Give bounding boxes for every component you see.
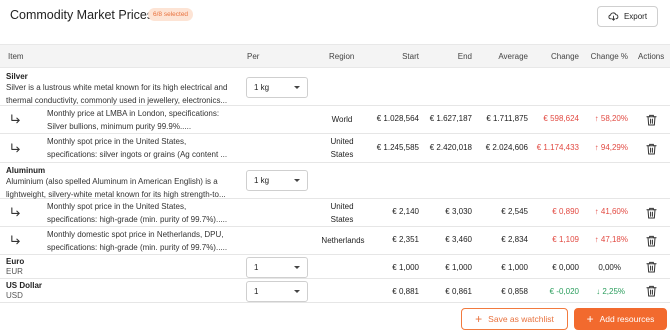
table-row: Monthly price at LMBA in London, specifi…: [0, 106, 670, 134]
table-row: Monthly spot price in the United States,…: [0, 134, 670, 163]
chevron-down-icon: [294, 179, 300, 182]
end-value: € 2.420,018: [429, 143, 472, 152]
change-value: € 1.174,433: [536, 143, 579, 152]
start-value: € 2,351: [392, 235, 419, 244]
save-watchlist-label: Save as watchlist: [488, 314, 554, 324]
end-value: € 1,000: [445, 263, 472, 272]
per-select[interactable]: 1 kg: [246, 170, 308, 191]
price-description: Monthly domestic spot price in Netherlan…: [47, 230, 228, 252]
sub-row-arrow-icon: [11, 114, 20, 124]
chevron-down-icon: [294, 266, 300, 269]
resource-row-aluminum: Aluminum Aluminium (also spelled Aluminu…: [0, 163, 670, 199]
change-pct-value: ↑ 58,20%: [594, 114, 628, 123]
start-value: € 0,881: [392, 287, 419, 296]
col-per: Per: [247, 52, 260, 61]
resource-row-usd: US Dollar USD 1 € 0,881 € 0,861 € 0,858 …: [0, 279, 670, 303]
price-description: Monthly price at LMBA in London, specifi…: [47, 109, 220, 131]
page-title: Commodity Market Prices: [10, 8, 154, 22]
plus-icon: +: [586, 312, 594, 326]
change-value: € 598,624: [543, 114, 579, 123]
average-value: € 2.024,606: [485, 143, 528, 152]
col-end: End: [457, 52, 472, 61]
resource-name: Silver: [6, 72, 28, 81]
chevron-down-icon: [294, 290, 300, 293]
resource-row-euro: Euro EUR 1 € 1,000 € 1,000 € 1,000 € 0,0…: [0, 255, 670, 279]
region: World: [331, 115, 353, 124]
plus-icon: +: [475, 312, 483, 326]
start-value: € 1,000: [392, 263, 419, 272]
change-value: € -0,020: [549, 287, 579, 296]
change-value: € 1,109: [552, 235, 579, 244]
sub-row-arrow-icon: [11, 207, 20, 217]
change-value: € 0,000: [552, 263, 579, 272]
per-select-value: 1: [254, 287, 259, 296]
trash-icon[interactable]: [646, 235, 657, 247]
change-pct-value: ↑ 94,29%: [594, 143, 628, 152]
per-select[interactable]: 1: [246, 281, 308, 302]
table-row: Monthly domestic spot price in Netherlan…: [0, 227, 670, 255]
col-change-pct: Change %: [590, 52, 628, 61]
average-value: € 1,000: [501, 263, 528, 272]
price-description: Monthly spot price in the United States,…: [47, 202, 228, 224]
per-select-value: 1 kg: [254, 83, 270, 92]
export-button[interactable]: Export: [597, 6, 658, 27]
col-actions: Actions: [638, 52, 665, 61]
trash-icon[interactable]: [646, 261, 657, 273]
trash-icon[interactable]: [646, 285, 657, 297]
resource-name: Euro: [6, 257, 25, 266]
sub-row-arrow-icon: [11, 143, 20, 153]
cloud-download-icon: [608, 12, 619, 21]
start-value: € 1.245,585: [376, 143, 419, 152]
resource-name: Aluminum: [6, 166, 46, 175]
resource-row-silver: Silver Silver is a lustrous white metal …: [0, 69, 670, 106]
change-pct-value: ↑ 47,18%: [594, 235, 628, 244]
change-pct-value: ↑ 41,60%: [594, 207, 628, 216]
add-resources-label: Add resources: [599, 314, 655, 324]
region: United States: [330, 137, 354, 159]
col-start: Start: [402, 52, 419, 61]
per-select[interactable]: 1 kg: [246, 77, 308, 98]
resource-description: Aluminium (also spelled Aluminum in Amer…: [6, 177, 226, 199]
change-pct-value: ↓ 2,25%: [596, 287, 625, 296]
resource-code: USD: [6, 291, 23, 300]
change-value: € 0,890: [552, 207, 579, 216]
end-value: € 0,861: [445, 287, 472, 296]
table-row: Monthly spot price in the United States,…: [0, 199, 670, 227]
selection-badge: 6/8 selected: [148, 8, 194, 21]
export-label: Export: [623, 12, 648, 21]
start-value: € 2,140: [392, 207, 419, 216]
average-value: € 2,834: [501, 235, 528, 244]
add-resources-button[interactable]: + Add resources: [574, 308, 667, 330]
col-item: Item: [8, 52, 24, 61]
region: United States: [330, 202, 354, 224]
col-average: Average: [498, 52, 528, 61]
end-value: € 3,030: [445, 207, 472, 216]
average-value: € 0,858: [501, 287, 528, 296]
col-change: Change: [550, 52, 579, 61]
table-header: Item Per Region Start End Average Change…: [0, 44, 670, 68]
end-value: € 3,460: [445, 235, 472, 244]
col-region: Region: [329, 52, 355, 61]
trash-icon[interactable]: [646, 207, 657, 219]
resource-code: EUR: [6, 267, 23, 276]
trash-icon[interactable]: [646, 114, 657, 126]
per-select-value: 1: [254, 263, 259, 272]
end-value: € 1.627,187: [429, 114, 472, 123]
average-value: € 1.711,875: [486, 114, 528, 123]
sub-row-arrow-icon: [11, 235, 20, 245]
average-value: € 2,545: [501, 207, 528, 216]
per-select-value: 1 kg: [254, 176, 270, 185]
chevron-down-icon: [294, 86, 300, 89]
resource-description: Silver is a lustrous white metal known f…: [6, 83, 228, 105]
price-description: Monthly spot price in the United States,…: [47, 137, 228, 159]
per-select[interactable]: 1: [246, 257, 308, 278]
resource-name: US Dollar: [6, 281, 43, 290]
page-header: Commodity Market Prices 6/8 selected Exp…: [0, 0, 670, 36]
change-pct-value: 0,00%: [598, 263, 621, 272]
save-watchlist-button[interactable]: + Save as watchlist: [461, 308, 568, 330]
start-value: € 1.028,564: [376, 114, 419, 123]
trash-icon[interactable]: [646, 143, 657, 155]
